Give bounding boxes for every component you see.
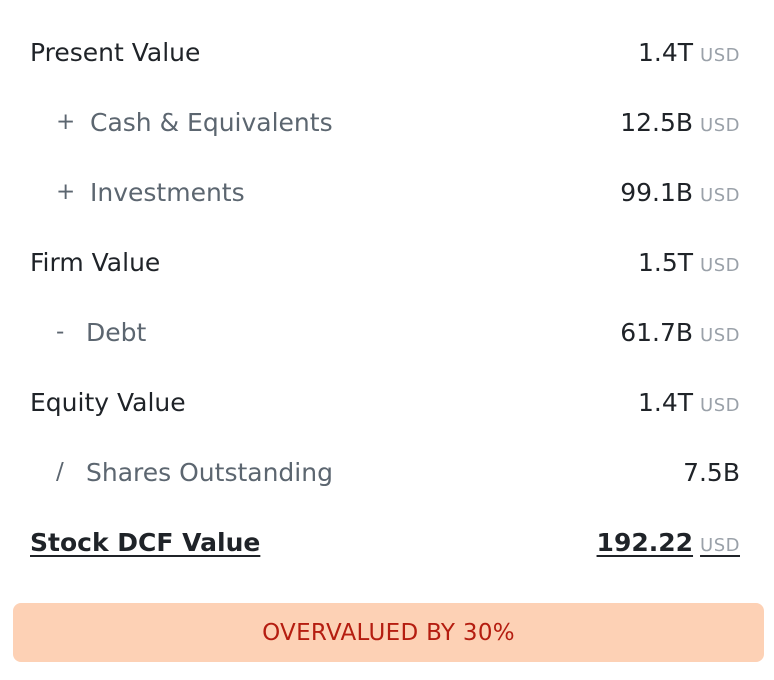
row-label-group: + Cash & Equivalents (30, 108, 333, 137)
plus-operator: + (56, 109, 76, 135)
value-number: 7.5B (683, 457, 740, 487)
total-label: Stock DCF Value (30, 527, 261, 557)
row-shares-outstanding: / Shares Outstanding 7.5B (30, 437, 740, 507)
row-firm-value: Firm Value 1.5T USD (30, 227, 740, 297)
valuation-verdict-badge: OVERVALUED BY 30% (13, 603, 764, 662)
row-label: Equity Value (30, 387, 186, 417)
row-equity-value: Equity Value 1.4T USD (30, 367, 740, 437)
row-label-group: + Investments (30, 178, 245, 207)
row-value: 12.5B USD (620, 108, 740, 137)
value-number: 1.4T (638, 37, 694, 67)
total-value: 192.22 USD (597, 528, 740, 557)
row-value: 7.5B (683, 458, 740, 487)
total-unit: USD (700, 534, 740, 556)
row-present-value: Present Value 1.4T USD (30, 17, 740, 87)
row-label-group: / Shares Outstanding (30, 458, 333, 487)
row-label: Shares Outstanding (86, 457, 333, 487)
total-number: 192.22 (596, 527, 694, 557)
row-value: 1.4T USD (638, 388, 740, 417)
value-unit: USD (700, 184, 740, 206)
value-number: 1.4T (638, 387, 694, 417)
row-value: 1.5T USD (638, 248, 740, 277)
value-number: 99.1B (620, 177, 694, 207)
row-value: 1.4T USD (638, 38, 740, 67)
row-stock-dcf-value: Stock DCF Value 192.22 USD (30, 507, 740, 577)
row-label: Cash & Equivalents (90, 107, 333, 137)
value-number: 12.5B (620, 107, 694, 137)
value-unit: USD (700, 324, 740, 346)
row-label: Debt (86, 317, 147, 347)
row-cash-equivalents: + Cash & Equivalents 12.5B USD (30, 87, 740, 157)
value-number: 61.7B (620, 317, 694, 347)
value-number: 1.5T (638, 247, 694, 277)
divide-operator: / (56, 459, 64, 485)
row-label-group: - Debt (30, 318, 146, 347)
row-label: Investments (90, 177, 245, 207)
row-label: Present Value (30, 37, 201, 67)
plus-operator: + (56, 179, 76, 205)
dcf-summary-table: Present Value 1.4T USD + Cash & Equivale… (30, 17, 740, 577)
row-investments: + Investments 99.1B USD (30, 157, 740, 227)
row-value: 61.7B USD (620, 318, 740, 347)
value-unit: USD (700, 254, 740, 276)
value-unit: USD (700, 114, 740, 136)
row-label: Firm Value (30, 247, 161, 277)
value-unit: USD (700, 44, 740, 66)
row-value: 99.1B USD (620, 178, 740, 207)
minus-operator: - (56, 319, 65, 345)
value-unit: USD (700, 394, 740, 416)
row-debt: - Debt 61.7B USD (30, 297, 740, 367)
